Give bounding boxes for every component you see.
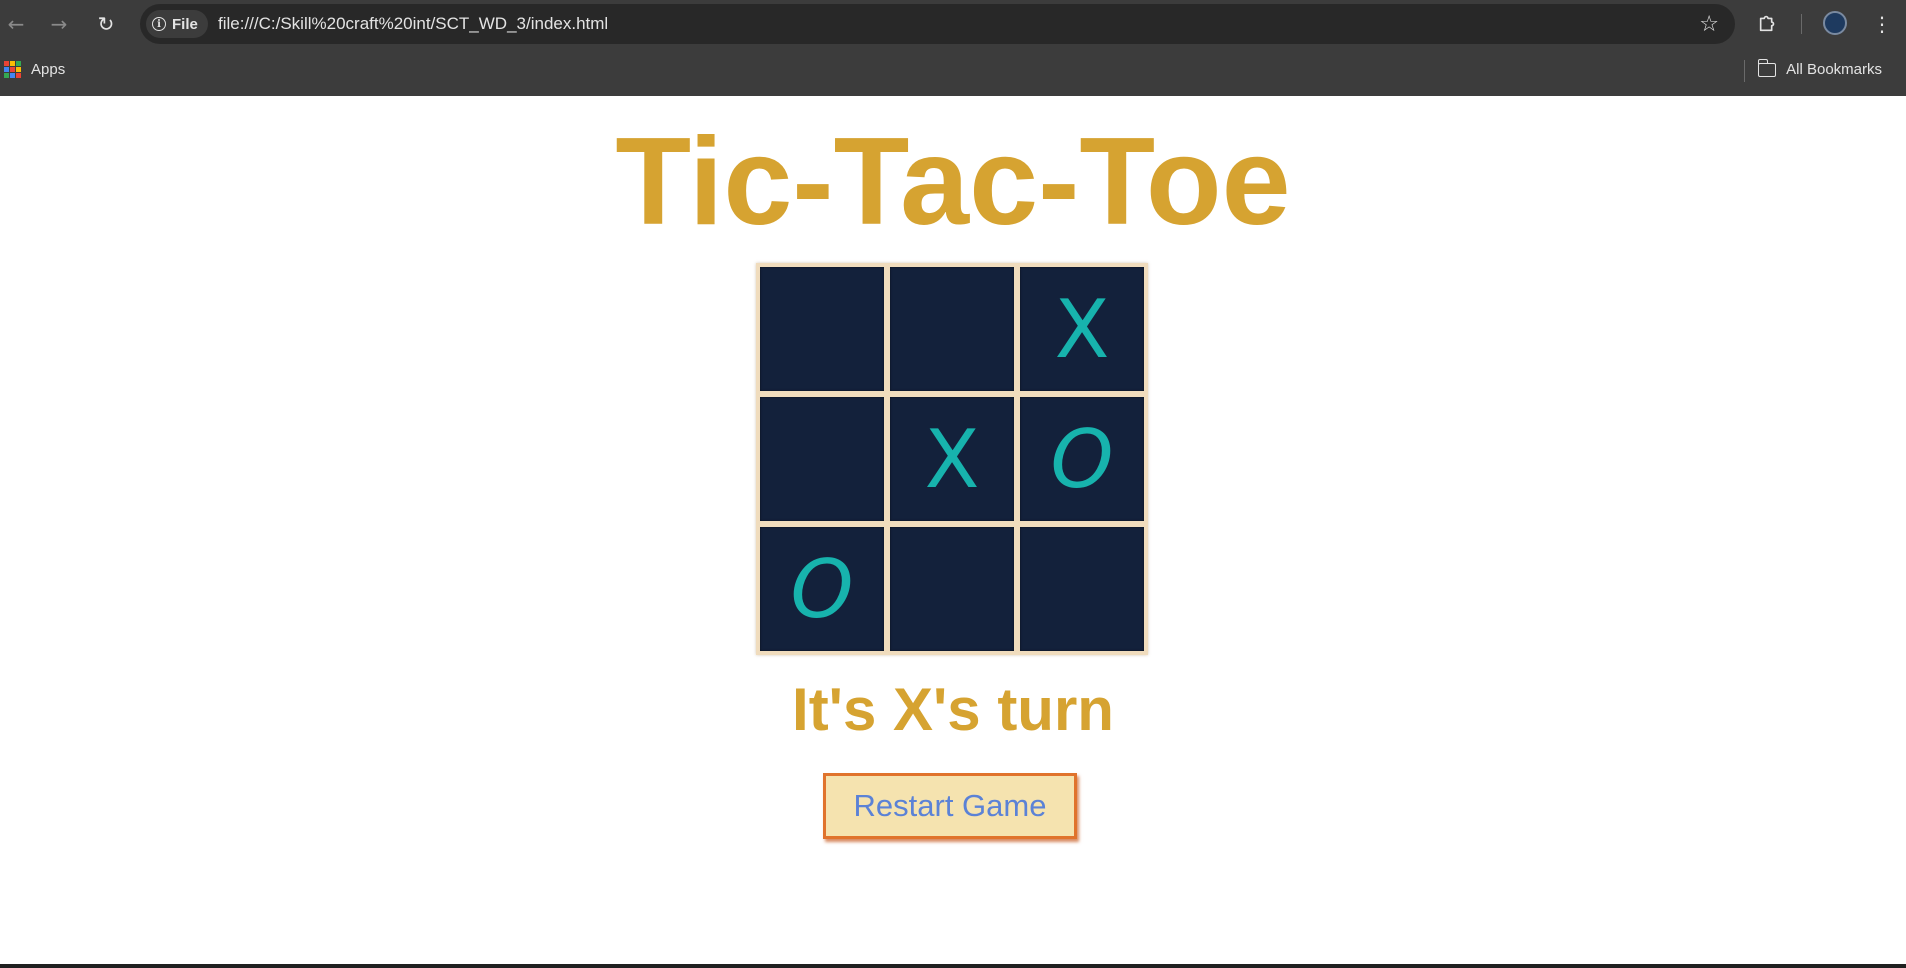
reload-icon[interactable]: ↻ (94, 12, 118, 36)
forward-arrow-icon[interactable]: → (47, 12, 71, 36)
all-bookmarks-button[interactable]: All Bookmarks (1757, 58, 1882, 78)
board-cell-0-0[interactable] (760, 267, 884, 391)
folder-icon (1757, 58, 1777, 77)
apps-grid-icon (4, 61, 21, 78)
restart-game-button[interactable]: Restart Game (823, 773, 1077, 839)
browser-toolbar: ← → ↻ i File file:///C:/Skill%20craft%20… (0, 0, 1906, 48)
board-cell-2-1[interactable] (890, 527, 1014, 651)
apps-label: Apps (31, 61, 66, 78)
all-bookmarks-label: All Bookmarks (1786, 61, 1882, 78)
star-icon[interactable]: ☆ (1699, 12, 1719, 37)
turn-status: It's X's turn (792, 676, 1114, 743)
board-cell-0-1[interactable] (890, 267, 1014, 391)
back-arrow-icon[interactable]: ← (4, 12, 28, 36)
site-chip-label: File (172, 15, 198, 33)
game-board: X X O O (756, 263, 1148, 655)
board-cell-1-2[interactable]: O (1020, 397, 1144, 521)
info-icon: i (152, 17, 166, 31)
apps-bookmark[interactable]: Apps (4, 61, 65, 78)
board-cell-1-1[interactable]: X (890, 397, 1014, 521)
page-content: Tic-Tac-Toe X X O O It's X's turn Restar… (0, 96, 1906, 964)
address-bar[interactable]: i File file:///C:/Skill%20craft%20int/SC… (140, 4, 1735, 44)
extensions-icon[interactable] (1757, 12, 1779, 34)
board-cell-0-2[interactable]: X (1020, 267, 1144, 391)
site-info-chip[interactable]: i File (146, 10, 208, 38)
profile-icon[interactable] (1823, 11, 1847, 35)
window-bottom-edge (0, 964, 1906, 968)
board-cell-2-2[interactable] (1020, 527, 1144, 651)
bookmarks-bar: Apps All Bookmarks (0, 48, 1906, 96)
toolbar-divider (1801, 14, 1802, 34)
url-text[interactable]: file:///C:/Skill%20craft%20int/SCT_WD_3/… (218, 14, 608, 34)
board-cell-2-0[interactable]: O (760, 527, 884, 651)
board-cell-1-0[interactable] (760, 397, 884, 521)
bookmarks-divider (1744, 60, 1745, 82)
menu-icon[interactable]: ⋮ (1872, 10, 1892, 38)
page-title: Tic-Tac-Toe (615, 113, 1291, 251)
